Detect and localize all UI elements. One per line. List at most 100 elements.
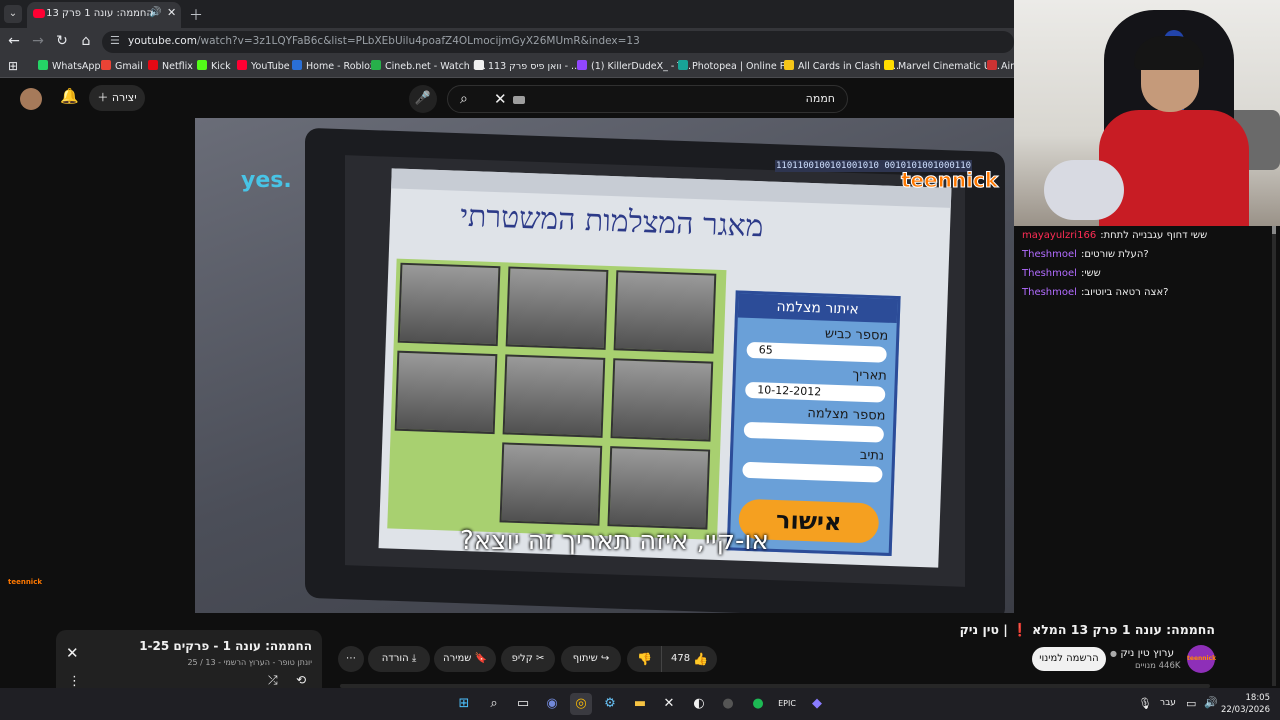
bookmark-icon: 🔖 [474, 653, 487, 664]
bookmark-favicon-icon [197, 60, 207, 70]
address-bar[interactable]: ☰ youtube.com/watch?v=3z1LQYFaB6c&list=P… [102, 31, 1014, 53]
chat-username[interactable]: Theshmoel [1022, 249, 1077, 260]
chat-username[interactable]: Theshmoel [1022, 287, 1077, 298]
camera-feed [505, 266, 609, 350]
search-icon[interactable]: ⌕ [483, 693, 505, 715]
dislike-icon[interactable]: 👎 [637, 646, 652, 672]
keyboard-language[interactable]: עבר [1160, 698, 1176, 708]
account-avatar[interactable] [20, 88, 42, 110]
notifications-bell-icon[interactable]: 🔔 [60, 87, 79, 105]
steam-icon[interactable]: ⚙ [599, 693, 621, 715]
close-playlist-icon[interactable]: ✕ [66, 644, 79, 662]
bookmark-item[interactable]: WhatsApp [38, 60, 100, 72]
playlist-menu-icon[interactable]: ⋮ [68, 674, 81, 689]
chat-message: Theshmoel:אצה רטאה ביוטיוב? [1022, 287, 1168, 298]
file-explorer-icon[interactable]: ▬ [629, 693, 651, 715]
bookmark-item[interactable]: וואן פיס פרק 113 - ... [474, 60, 580, 72]
bookmark-item[interactable]: Home - Roblox [292, 60, 375, 72]
clock[interactable]: 18:05 22/03/2026 [1221, 692, 1270, 716]
microphone-icon[interactable]: 🎙 [1138, 697, 1152, 710]
forward-icon[interactable]: → [30, 33, 46, 49]
keyboard-icon[interactable] [513, 96, 525, 104]
chat-message: Theshmoel:העלת שורטים? [1022, 249, 1149, 260]
subscribe-button[interactable]: הרשמה למינוי [1032, 647, 1106, 671]
share-button[interactable]: שיתוף ↪ [561, 646, 621, 672]
streamer-webcam [1014, 0, 1280, 226]
channel-name[interactable]: ערוץ טין ניק ● [1110, 647, 1174, 659]
bookmark-item[interactable]: Aim [987, 60, 1014, 72]
channel-avatar[interactable]: teennick [1187, 645, 1216, 673]
camera-feed [502, 354, 606, 438]
spotify-icon[interactable]: ● [747, 693, 769, 715]
bookmark-item[interactable]: Gmail [101, 60, 143, 72]
voice-search-mic-icon[interactable]: 🎤 [409, 85, 437, 113]
search-input[interactable]: חממה [806, 92, 835, 105]
reload-icon[interactable]: ↻ [54, 33, 70, 49]
capcut-icon[interactable]: ✕ [658, 693, 680, 715]
volume-icon[interactable]: 🔊 [1204, 696, 1218, 709]
epic-games-icon[interactable]: EPIC [776, 693, 798, 715]
teennick-logo: teennick [900, 168, 999, 193]
police-db-title: מאגר המצלמות המשטרתי [459, 198, 764, 245]
apps-grid-icon[interactable]: ⊞ [8, 59, 18, 73]
task-view-icon[interactable]: ▭ [512, 693, 534, 715]
chat-message: mayayulzri166:ששי דחוף עגבנייה לתחת [1022, 230, 1207, 241]
discord-icon[interactable]: ◉ [541, 693, 563, 715]
scissors-icon: ✂ [536, 653, 545, 664]
channel-subscribers: 446K מנויים [1135, 661, 1181, 671]
chat-username[interactable]: mayayulzri166 [1022, 230, 1096, 241]
back-icon[interactable]: ← [6, 33, 22, 49]
bookmark-item[interactable]: YouTube [237, 60, 290, 72]
network-icon[interactable]: ▭ [1186, 697, 1196, 710]
home-icon[interactable]: ⌂ [78, 33, 94, 49]
clear-search-icon[interactable]: ✕ [494, 90, 507, 108]
search-icon[interactable]: ⌕ [460, 91, 468, 107]
youtube-favicon-icon [33, 9, 45, 18]
save-button[interactable]: שמירה 🔖 [434, 646, 496, 672]
tab-search-button[interactable]: ⌄ [4, 5, 22, 23]
tab-close-icon[interactable]: ✕ [167, 6, 176, 19]
chat-username[interactable]: Theshmoel [1022, 268, 1077, 279]
tab-title: החממה: עונה 1 פרק 13 המ [45, 8, 153, 19]
loop-icon[interactable]: ⟲ [296, 673, 306, 687]
bookmark-item[interactable]: Photopea | Online P... [678, 60, 793, 72]
start-icon[interactable]: ⊞ [453, 693, 475, 715]
camera-feed [499, 442, 603, 526]
chrome-icon[interactable]: ◎ [570, 693, 592, 715]
bookmark-item[interactable]: Netflix [148, 60, 193, 72]
bookmark-item[interactable]: Cineb.net - Watch F... [371, 60, 486, 72]
bookmark-item[interactable]: Marvel Cinematic U... [884, 60, 1000, 72]
chat-scroll-thumb[interactable] [1272, 226, 1276, 234]
clip-button[interactable]: קליפ ✂ [501, 646, 555, 672]
app-launcher-icon[interactable]: ◆ [806, 693, 828, 715]
download-button[interactable]: הורדה ⤓ [368, 646, 430, 672]
like-count[interactable]: 478 [671, 646, 690, 672]
app-icon[interactable]: ● [717, 693, 739, 715]
active-tab[interactable]: 🔊 החממה: עונה 1 פרק 13 המ ✕ [27, 2, 181, 28]
url-text[interactable]: youtube.com/watch?v=3z1LQYFaB6c&list=PLb… [128, 35, 640, 47]
bookmark-label: YouTube [251, 61, 290, 72]
bookmark-item[interactable]: (1) KillerDudeX_ - T... [577, 60, 691, 72]
bookmark-favicon-icon [474, 60, 484, 70]
like-icon[interactable]: 👍 [693, 646, 708, 672]
search-box[interactable]: ⌕ ✕ חממה [447, 85, 848, 113]
clip-label: קליפ [511, 653, 533, 664]
camera-feed [613, 270, 717, 354]
bookmark-item[interactable]: All Cards in Clash R... [784, 60, 899, 72]
site-info-icon[interactable]: ☰ [110, 34, 120, 47]
channel-name-text: ערוץ טין ניק [1120, 647, 1175, 659]
new-tab-button[interactable]: ＋ [189, 5, 203, 25]
playlist-title[interactable]: החממה: עונה 1 - פרקים 1-25 [139, 639, 312, 653]
bookmark-label: WhatsApp [52, 61, 101, 72]
clock-date: 22/03/2026 [1221, 705, 1270, 715]
stream-chat: mayayulzri166:ששי דחוף עגבנייה לתחת Thesh… [1014, 226, 1280, 686]
chat-scrollbar[interactable] [1272, 226, 1276, 686]
bookmark-label: Gmail [115, 61, 143, 72]
like-dislike-group: 👎 478 👍 [627, 646, 717, 672]
more-actions-button[interactable]: ⋯ [338, 646, 364, 672]
create-button[interactable]: ＋ יצירה [89, 85, 145, 111]
bookmark-item[interactable]: Kick [197, 60, 231, 72]
obs-icon[interactable]: ◐ [688, 693, 710, 715]
in-video-browser: מאגר המצלמות המשטרתי איתור מצלמה מספר כב… [378, 168, 952, 568]
shuffle-icon[interactable]: ⤮ [268, 673, 278, 688]
